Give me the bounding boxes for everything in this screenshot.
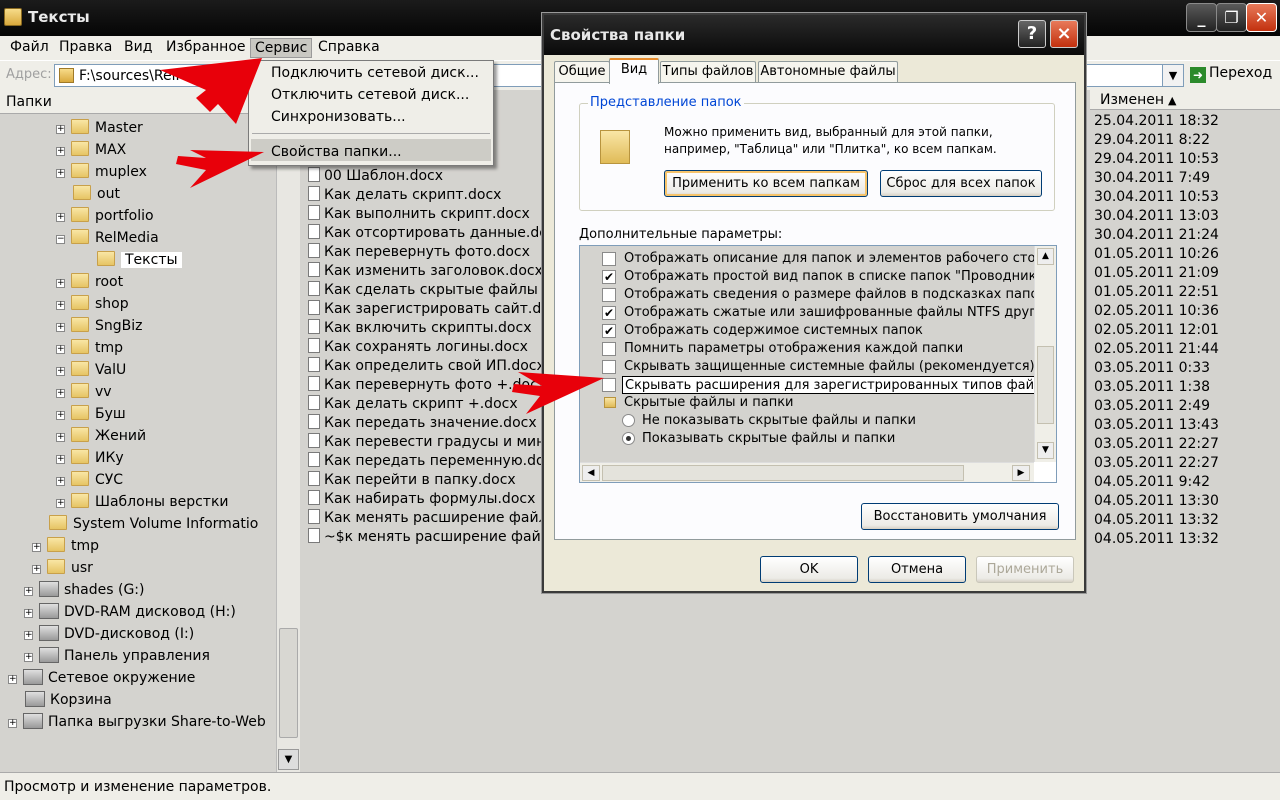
arrow-to-folder-options [176, 150, 264, 188]
annotation-arrows [160, 58, 604, 414]
tab-view[interactable]: Вид [609, 58, 659, 84]
arrow-to-hide-extensions [512, 372, 604, 414]
arrow-to-service-menu [160, 58, 262, 124]
screen: { "window": {"title": "Тексты"}, "menu":… [0, 0, 1280, 800]
